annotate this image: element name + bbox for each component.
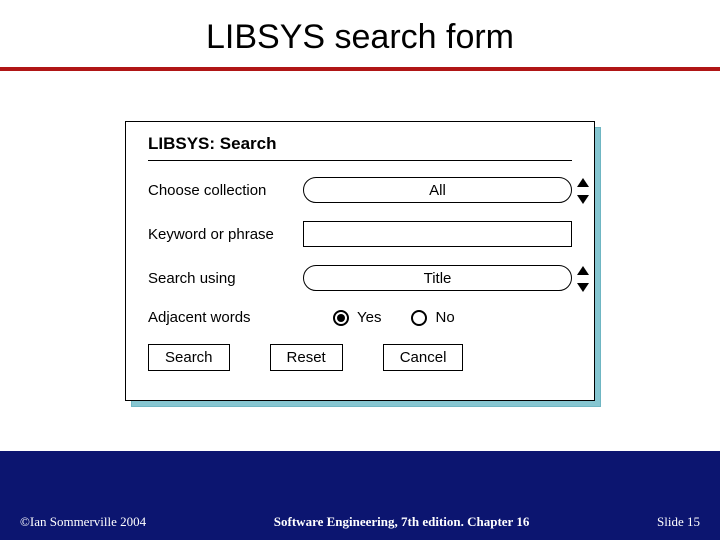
collection-select[interactable]: All xyxy=(303,177,572,203)
row-adjacent: Adjacent words Yes No xyxy=(148,309,572,326)
slide-title: LIBSYS search form xyxy=(0,18,720,57)
radio-yes-label: Yes xyxy=(357,309,381,326)
cancel-button[interactable]: Cancel xyxy=(383,344,464,371)
reset-button[interactable]: Reset xyxy=(270,344,343,371)
label-keyword: Keyword or phrase xyxy=(148,226,303,243)
search-using-value: Title xyxy=(424,270,452,287)
label-collection: Choose collection xyxy=(148,182,303,199)
footer-slide-number: Slide 15 xyxy=(657,514,700,530)
row-keyword: Keyword or phrase xyxy=(148,221,572,247)
footer-center: Software Engineering, 7th edition. Chapt… xyxy=(274,514,530,530)
keyword-input[interactable] xyxy=(303,221,572,247)
footer-copyright: ©Ian Sommerville 2004 xyxy=(20,514,146,530)
chevron-down-icon[interactable] xyxy=(577,283,589,292)
radio-yes-icon[interactable] xyxy=(333,310,349,326)
chevron-up-icon[interactable] xyxy=(577,178,589,187)
title-area: LIBSYS search form xyxy=(0,0,720,67)
collection-value: All xyxy=(429,182,446,199)
form-box: LIBSYS: Search Choose collection All Key… xyxy=(125,121,595,401)
chevron-up-icon[interactable] xyxy=(577,266,589,275)
radio-no-icon[interactable] xyxy=(411,310,427,326)
footer: ©Ian Sommerville 2004 Software Engineeri… xyxy=(0,504,720,540)
label-search-using: Search using xyxy=(148,270,303,287)
slide: LIBSYS search form LIBSYS: Search Choose… xyxy=(0,0,720,540)
radio-no-label: No xyxy=(435,309,454,326)
chevron-down-icon[interactable] xyxy=(577,195,589,204)
content-area: LIBSYS: Search Choose collection All Key… xyxy=(0,71,720,451)
adjacent-radio-group: Yes No xyxy=(303,309,572,326)
label-adjacent: Adjacent words xyxy=(148,309,303,326)
button-row: Search Reset Cancel xyxy=(148,344,572,371)
search-form: LIBSYS: Search Choose collection All Key… xyxy=(125,121,595,401)
search-using-select[interactable]: Title xyxy=(303,265,572,291)
radio-option-yes[interactable]: Yes xyxy=(333,309,381,326)
row-search-using: Search using Title xyxy=(148,265,572,291)
form-divider xyxy=(148,160,572,161)
search-using-spinner[interactable] xyxy=(577,266,593,292)
radio-option-no[interactable]: No xyxy=(411,309,454,326)
form-heading: LIBSYS: Search xyxy=(148,134,572,154)
collection-spinner[interactable] xyxy=(577,178,593,204)
search-button[interactable]: Search xyxy=(148,344,230,371)
row-collection: Choose collection All xyxy=(148,177,572,203)
